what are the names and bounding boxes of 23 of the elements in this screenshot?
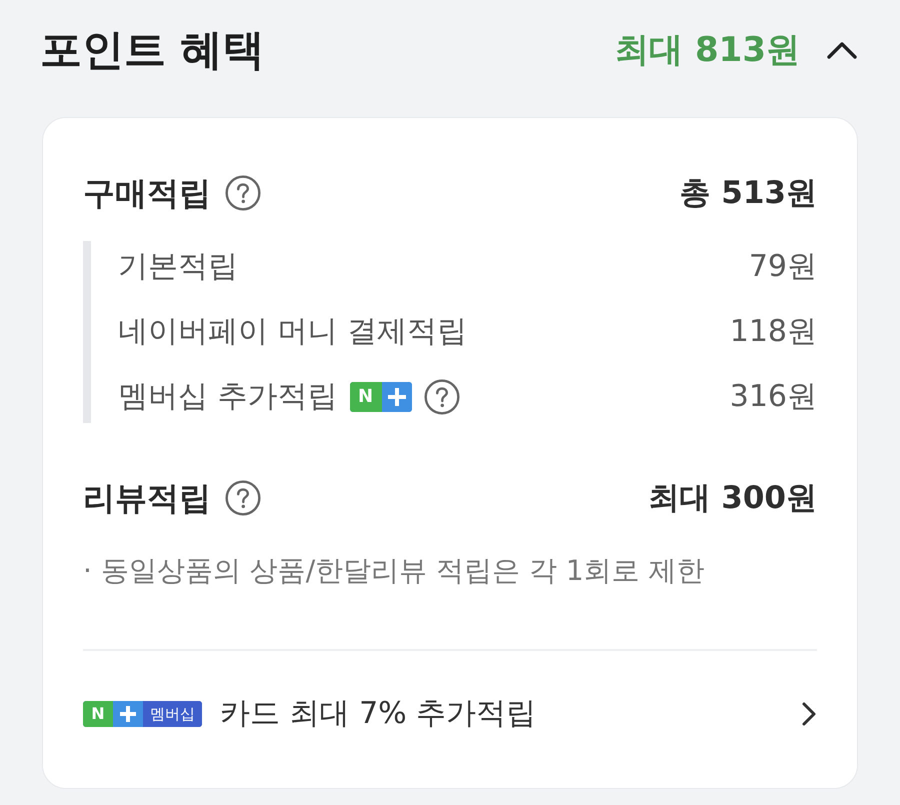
help-icon[interactable] bbox=[424, 379, 460, 415]
chevron-right-icon[interactable] bbox=[801, 701, 817, 727]
help-icon[interactable] bbox=[225, 480, 261, 516]
badge-letter: N bbox=[350, 382, 382, 412]
card-promo-link[interactable]: 카드 최대 7% 추가적립 bbox=[220, 694, 536, 734]
breakdown-label: 기본적립 bbox=[118, 248, 238, 286]
max-points-summary: 최대 813원 bbox=[615, 29, 800, 72]
breakdown-amount: 118원 bbox=[730, 313, 817, 351]
breakdown-label: 네이버페이 머니 결제적립 bbox=[118, 313, 468, 351]
points-category-title: 구매적립 bbox=[83, 173, 211, 213]
note-text: · 동일상품의 상품/한달리뷰 적립은 각 1회로 제한 bbox=[83, 553, 706, 589]
plus-icon bbox=[382, 382, 412, 412]
section-title: 포인트 혜택 bbox=[40, 24, 265, 76]
points-category-title: 리뷰적립 bbox=[83, 478, 211, 518]
points-total: 총 513원 bbox=[679, 174, 817, 213]
chevron-up-icon[interactable] bbox=[826, 40, 858, 60]
points-total: 최대 300원 bbox=[648, 479, 817, 518]
breakdown-amount: 316원 bbox=[730, 378, 817, 416]
help-icon[interactable] bbox=[225, 175, 261, 211]
badge-letter: N bbox=[83, 701, 113, 727]
plus-icon bbox=[113, 701, 143, 727]
breakdown-label: 멤버십 추가적립 bbox=[118, 378, 338, 416]
breakdown-amount: 79원 bbox=[748, 248, 817, 286]
